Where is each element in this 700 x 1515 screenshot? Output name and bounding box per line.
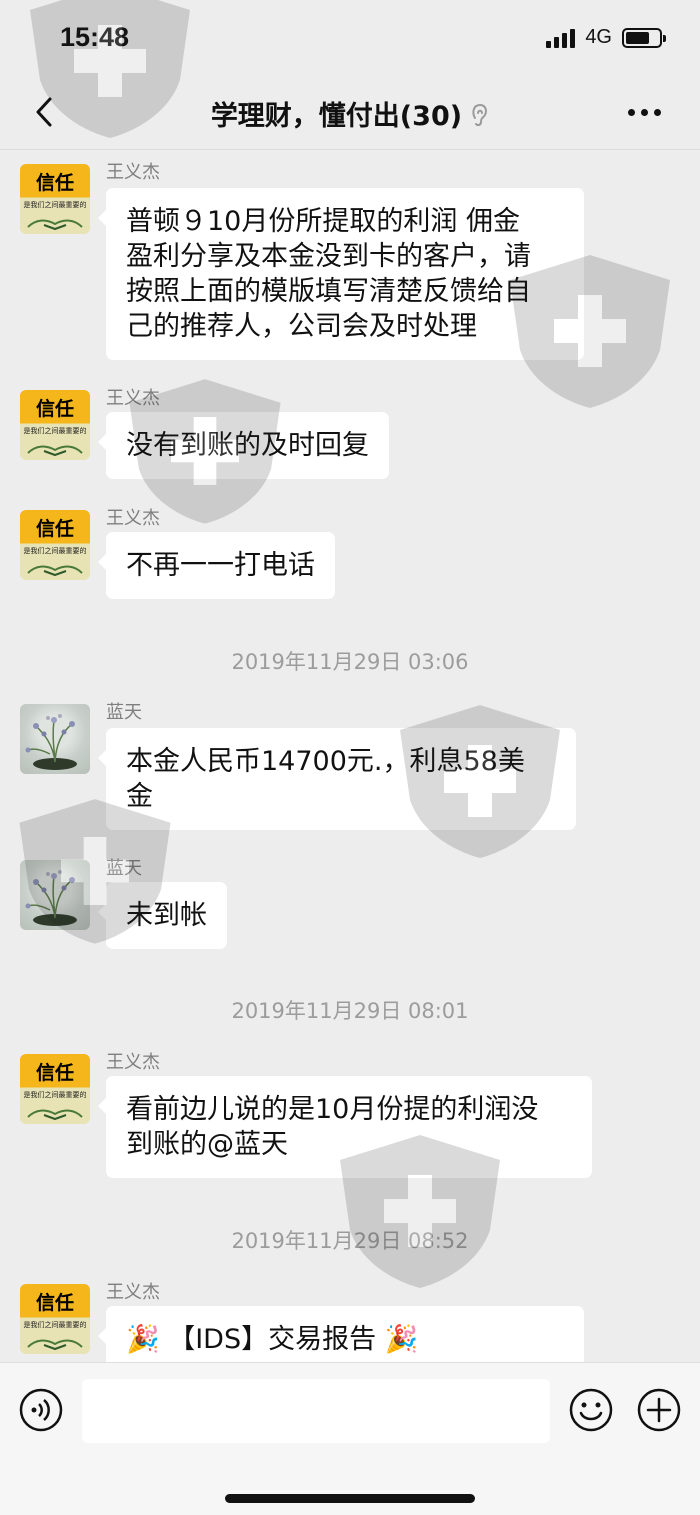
message-bubble[interactable]: 普顿９10月份所提取的利润 佣金 盈利分享及本金没到卡的客户，请 按照上面的模版… [98,188,584,360]
sender-name: 蓝天 [106,858,142,879]
home-indicator [225,1494,475,1503]
message-line: 己的推荐人，公司会及时处理 [126,311,477,342]
sender-name: 王义杰 [106,162,160,183]
message-input[interactable] [82,1379,550,1443]
avatar-subtext: 是我们之间最重要的 [23,547,87,555]
message-line: 不再一一打电话 [126,550,315,581]
more-options-icon[interactable] [628,100,664,124]
avatar-text: 信任 [35,518,74,540]
sender-name: 王义杰 [106,1052,160,1073]
avatar-text: 信任 [35,398,74,420]
message-bubble[interactable]: 不再一一打电话 [98,532,335,599]
earpiece-mode-icon [472,103,488,127]
message-line: 🎉 【IDS】交易报告 🎉 [126,1324,419,1355]
avatar[interactable] [20,860,90,930]
signal-icon [546,28,576,48]
emoji-icon[interactable] [568,1387,614,1433]
status-bar: 15:48 4G [0,0,700,76]
message-line: 按照上面的模版填写清楚反馈给自 [126,276,531,307]
message-line: 看前边儿说的是10月份提的利润没 [126,1094,539,1125]
message-line: 普顿９10月份所提取的利润 佣金 [126,206,520,237]
avatar-text: 信任 [35,172,74,194]
avatar-subtext: 是我们之间最重要的 [23,427,87,435]
network-type: 4G [585,26,612,48]
avatar-subtext: 是我们之间最重要的 [23,1091,87,1099]
voice-input-icon[interactable] [18,1387,64,1433]
message-timestamp: 2019年11月29日 08:01 [231,999,469,1023]
message-line: 未到帐 [126,900,207,931]
title-wrap: 学理财，懂付出(30) [0,94,700,133]
avatar-text: 信任 [35,1062,74,1084]
handshake-icon [27,1109,83,1121]
handshake-icon [27,445,83,457]
message-bubble[interactable]: 没有到账的及时回复 [98,412,389,479]
avatar[interactable]: 信任 是我们之间最重要的 [20,510,90,580]
chat-title: 学理财，懂付出(30) [210,101,463,132]
sender-name: 蓝天 [106,702,142,723]
plus-icon[interactable] [636,1387,682,1433]
avatar[interactable]: 信任 是我们之间最重要的 [20,1284,90,1354]
handshake-icon [27,565,83,577]
sender-name: 王义杰 [106,388,160,409]
message-timestamp: 2019年11月29日 03:06 [231,650,469,674]
message-line: 没有到账的及时回复 [126,430,369,461]
message-bubble[interactable]: 未到帐 [98,882,227,949]
message-line: 金 [126,781,153,812]
avatar[interactable] [20,704,90,774]
message-timestamp: 2019年11月29日 08:52 [231,1229,469,1253]
avatar-subtext: 是我们之间最重要的 [23,1321,87,1329]
message-line: 到账的@蓝天 [126,1129,288,1160]
avatar[interactable]: 信任 是我们之间最重要的 [20,164,90,234]
avatar-text: 信任 [35,1292,74,1314]
message-line: 本金人民币14700元.，利息58美 [126,746,525,777]
message-bubble[interactable]: 看前边儿说的是10月份提的利润没 到账的@蓝天 [98,1076,592,1178]
status-indicators: 4G [546,26,666,49]
message-bubble[interactable]: 本金人民币14700元.，利息58美 金 [98,728,576,830]
message-line: 盈利分享及本金没到卡的客户，请 [126,241,531,272]
sender-name: 王义杰 [106,508,160,529]
avatar-subtext: 是我们之间最重要的 [23,201,87,209]
avatar[interactable]: 信任 是我们之间最重要的 [20,390,90,460]
avatar[interactable]: 信任 是我们之间最重要的 [20,1054,90,1124]
handshake-icon [27,219,83,231]
flower-photo [25,714,77,770]
flower-photo [25,870,77,926]
sender-name: 王义杰 [106,1282,160,1303]
chat-header: 学理财，懂付出(30) [0,76,700,150]
status-time: 15:48 [60,22,130,52]
handshake-icon [27,1339,83,1351]
battery-icon [622,27,666,48]
input-bar [0,1362,700,1515]
